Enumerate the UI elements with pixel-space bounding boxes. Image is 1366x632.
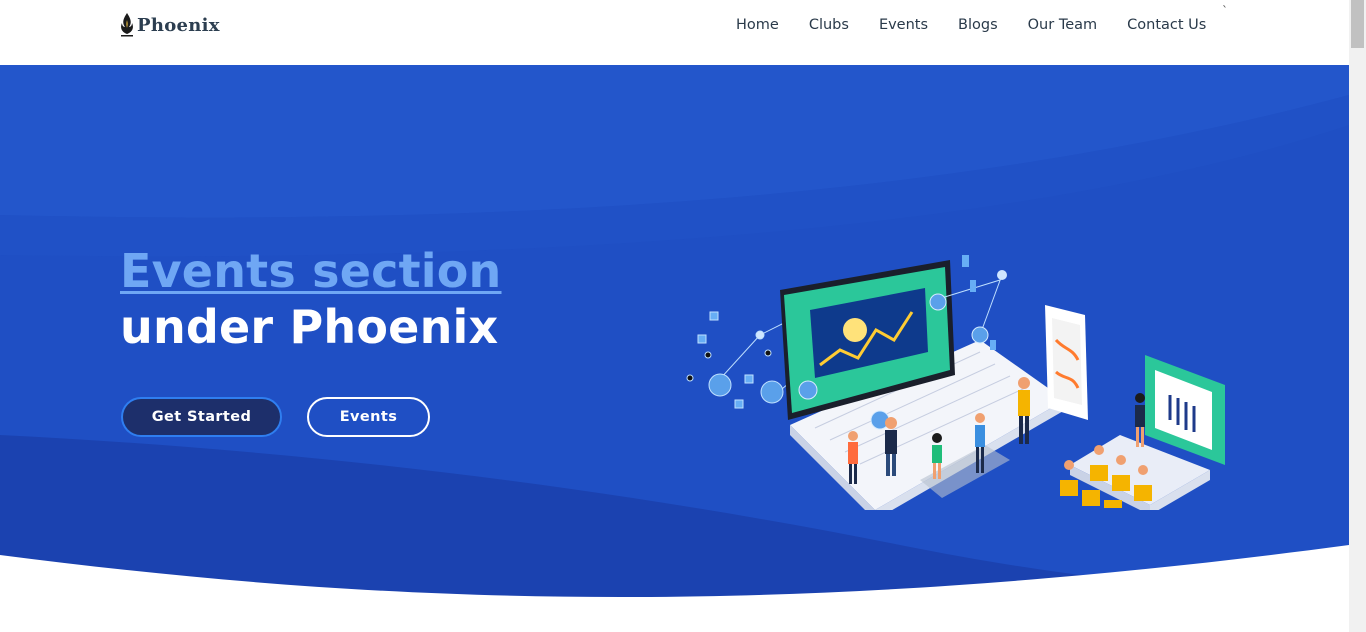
hero-headline: Events section under Phoenix [120, 243, 502, 355]
hero-illustration [686, 255, 1225, 510]
nav-events[interactable]: Events [879, 16, 928, 34]
headline-link[interactable]: Events section [120, 243, 502, 299]
tablet-icon [1045, 305, 1088, 420]
nav-our-team[interactable]: Our Team [1028, 16, 1098, 34]
events-button[interactable]: Events [307, 397, 430, 437]
stray-mark: ` [1222, 4, 1228, 18]
brand-name: Phoenix [137, 14, 220, 36]
nav-home[interactable]: Home [736, 16, 779, 34]
brand-logo[interactable]: Phoenix [119, 11, 220, 39]
nav-blogs[interactable]: Blogs [958, 16, 998, 34]
phoenix-flame-icon [121, 13, 133, 37]
get-started-button[interactable]: Get Started [121, 397, 282, 437]
nav-clubs[interactable]: Clubs [809, 16, 849, 34]
site-header: Phoenix Home Clubs Events Blogs Our Team… [0, 0, 1349, 65]
main-nav: Home Clubs Events Blogs Our Team Contact… [736, 16, 1206, 34]
hero-section: Events section under Phoenix Get Started… [0, 65, 1349, 632]
nav-contact-us[interactable]: Contact Us [1127, 16, 1206, 34]
headline-subtitle: under Phoenix [120, 300, 499, 354]
page-scrollbar[interactable] [1349, 0, 1366, 632]
scrollbar-thumb[interactable] [1351, 0, 1364, 48]
